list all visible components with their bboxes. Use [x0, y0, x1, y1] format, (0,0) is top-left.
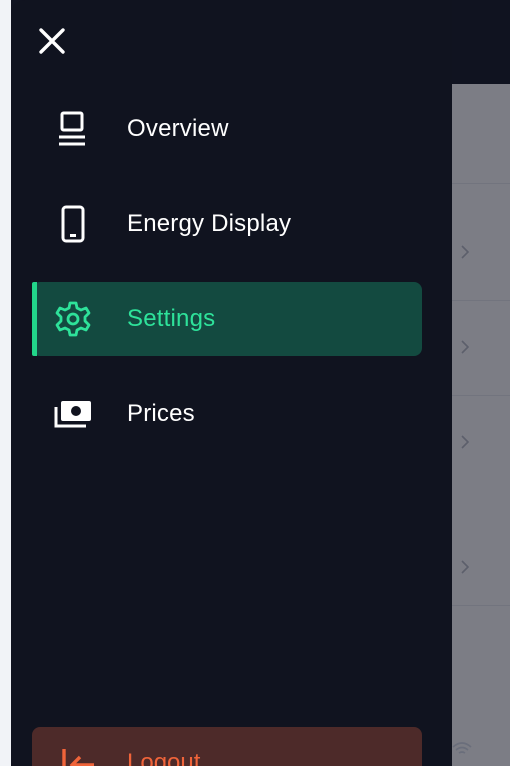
drawer-nav-list: Overview Energy Display Settings Prices [32, 92, 422, 472]
nav-item-settings[interactable]: Settings [32, 282, 422, 356]
nav-item-label: Settings [127, 305, 216, 332]
wifi-icon [451, 740, 473, 758]
phone-icon [53, 204, 93, 244]
nav-item-label: Energy Display [127, 210, 292, 237]
gear-icon [53, 299, 93, 339]
nav-item-overview[interactable]: Overview [32, 92, 422, 166]
nav-item-energy-display[interactable]: Energy Display [32, 187, 422, 261]
money-icon [53, 394, 93, 434]
nav-item-label: Prices [127, 400, 195, 427]
close-icon[interactable] [37, 26, 67, 56]
logout-button[interactable]: Logout [32, 727, 422, 766]
laptop-icon [53, 109, 93, 149]
nav-item-prices[interactable]: Prices [32, 377, 422, 451]
navigation-drawer: Overview Energy Display Settings Prices … [11, 0, 452, 766]
logout-icon [60, 745, 100, 766]
app-frame: Overview Energy Display Settings Prices … [0, 0, 510, 766]
logout-label: Logout [127, 749, 201, 766]
nav-item-label: Overview [127, 115, 229, 142]
